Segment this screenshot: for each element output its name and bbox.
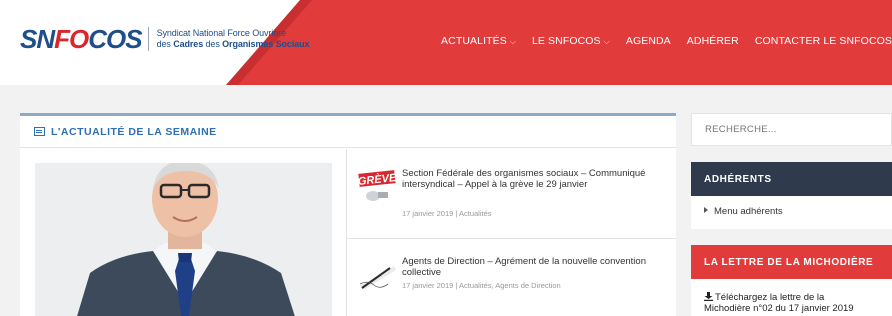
site-logo[interactable]: SNFOCOS Syndicat National Force Ouvrière… [20,26,309,52]
logo-mark-cos: COS [88,24,142,54]
chevron-down-icon: ⌵ [603,37,610,46]
news-section: L'ACTUALITÉ DE LA SEMAINE GRÈVE Section … [20,113,676,316]
lettre-widget: LA LETTRE DE LA MICHODIÈRE Téléchargez l… [691,245,892,316]
nav-label: LE SNFOCOS [531,35,601,47]
nav-item-contacter[interactable]: CONTACTER LE SNFOCOS [755,35,892,47]
logo-tagline-line1: Syndicat National Force Ouvrière [156,28,286,38]
nav-item-le-snfocos[interactable]: LE SNFOCOS ⌵ [532,35,610,47]
search-input[interactable] [705,124,885,135]
featured-article-image[interactable] [35,163,332,316]
nav-item-actualites[interactable]: ACTUALITÉS ⌵ [441,35,516,47]
tagline-des: des [156,39,174,49]
logo-divider [147,27,149,51]
site-header: SNFOCOS Syndicat National Force Ouvrière… [0,0,892,85]
column-divider [346,149,347,316]
nav-label: AGENDA [625,35,671,47]
logo-mark: SNFOCOS [20,24,143,54]
nav-label: CONTACTER LE SNFOCOS [754,35,892,47]
main-nav: ACTUALITÉS ⌵ LE SNFOCOS ⌵ AGENDA ADHÉRER C… [425,35,892,47]
nav-item-adherer[interactable]: ADHÉRER [687,35,739,47]
logo-tagline: Syndicat National Force Ouvrière des Cad… [157,28,310,50]
article-meta: 17 janvier 2019 | Actualités [402,209,492,218]
logo-mark-sn: SN [20,24,55,54]
greve-thumbnail: GRÈVE [358,170,396,204]
article-meta: 17 janvier 2019 | Actualités, Agents de … [402,281,561,290]
nav-label: ACTUALITÉS [441,35,507,47]
chevron-down-icon: ⌵ [509,37,516,46]
download-icon [704,292,713,301]
tagline-cadres: Cadres [173,39,204,49]
caret-right-icon [704,207,708,213]
nav-item-agenda[interactable]: AGENDA [626,35,671,47]
adherents-widget: ADHÉRENTS Menu adhérents [691,162,892,229]
tagline-des-2: des [203,39,223,49]
portrait-illustration [35,163,332,316]
tagline-organismes: Organismes Sociaux [222,39,310,49]
lettre-link-line2[interactable]: Michodière n°02 du 17 janvier 2019 [704,303,879,314]
lettre-widget-title: LA LETTRE DE LA MICHODIÈRE [691,245,892,279]
search-box [691,113,892,146]
signature-pen-thumbnail [358,258,396,292]
article-title[interactable]: Agents de Direction – Agrément de la nou… [402,256,652,278]
menu-adherents-link[interactable]: Menu adhérents [714,206,783,217]
adherents-widget-body: Menu adhérents [691,196,892,227]
news-section-title: L'ACTUALITÉ DE LA SEMAINE [51,125,217,138]
lettre-widget-body: Téléchargez la lettre de la Michodière n… [691,279,892,316]
article-divider [347,238,676,239]
logo-mark-fo: FO [54,24,89,54]
newspaper-icon [34,127,45,136]
news-section-header: L'ACTUALITÉ DE LA SEMAINE [20,116,676,148]
lettre-link-line1: Téléchargez la lettre de la [715,292,825,303]
adherents-widget-title: ADHÉRENTS [691,162,892,196]
lettre-download-link[interactable]: Téléchargez la lettre de la [704,292,879,303]
article-title[interactable]: Section Fédérale des organismes sociaux … [402,168,652,190]
nav-label: ADHÉRER [686,35,739,47]
logo-tagline-line2: des Cadres des Organismes Sociaux [157,39,310,50]
